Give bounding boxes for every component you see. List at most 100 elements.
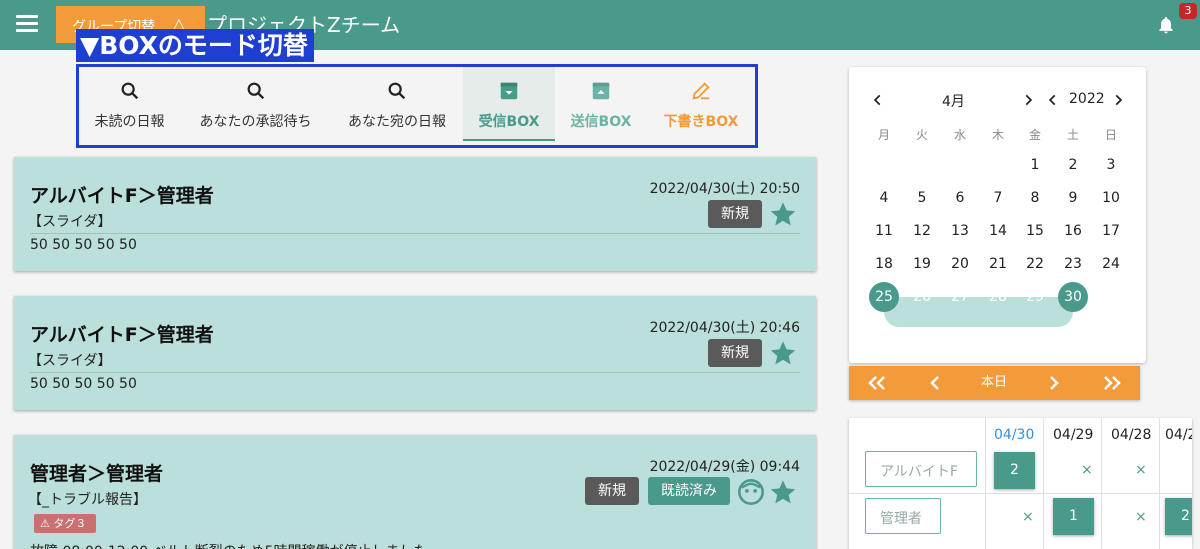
calendar-day[interactable]: 19 [907,249,937,279]
status-chip-read[interactable]: 既読済み [648,477,730,505]
chevron-left-icon[interactable] [871,93,885,107]
calendar-day[interactable]: 27 [945,282,975,312]
calendar-day[interactable]: 18 [869,249,899,279]
calendar-year: 2022 [1069,91,1105,107]
calendar-day[interactable]: 4 [869,183,899,213]
weekday-label: 火 [915,128,928,142]
weekday-label: 木 [991,128,1004,142]
hamburger-menu-icon[interactable] [16,15,38,33]
report-title: アルバイトF＞管理者 [30,185,214,207]
calendar-day[interactable]: 17 [1096,216,1126,246]
calendar-day[interactable]: 21 [983,249,1013,279]
grid-divider [985,418,986,549]
notification-badge: 3 [1179,3,1197,19]
report-subject: 【_トラブル報告】 [28,492,147,508]
tag-label: タグ３ [53,517,87,530]
grid-divider [849,493,1192,494]
report-count-cell[interactable]: 2 [1165,498,1192,535]
calendar-day[interactable]: 14 [983,216,1013,246]
calendar-nav-bar: 本日 [849,366,1140,400]
calendar-day[interactable]: 22 [1020,249,1050,279]
report-subject: 【スライダ】 [28,353,112,369]
report-card[interactable]: アルバイトF＞管理者 2022/04/30(土) 20:50 【スライダ】 新規… [14,157,816,271]
member-field[interactable]: 管理者 [865,498,941,534]
report-count-cell[interactable]: 2 [994,452,1035,489]
divider [30,372,800,373]
report-body: 故障 08:00-12:00 ベルト断裂のため5時間稼働が停止しました [30,541,428,549]
grid-date-header[interactable]: 04/30 [994,427,1034,443]
calendar-day[interactable]: 28 [983,282,1013,312]
chevron-right-icon[interactable] [1111,93,1125,107]
calendar-day[interactable]: 23 [1058,249,1088,279]
calendar-day[interactable]: 13 [945,216,975,246]
report-card[interactable]: 管理者＞管理者 2022/04/29(金) 09:44 【_トラブル報告】 新規… [14,435,816,549]
chevron-right-icon[interactable] [1021,93,1035,107]
calendar-day[interactable]: 8 [1020,183,1050,213]
calendar-day[interactable]: 20 [945,249,975,279]
submission-status-grid: 04/30 04/29 04/28 04/2 アルバイトF 2 × × 管理者 … [849,418,1192,549]
no-report-mark: × [1022,509,1034,525]
calendar-day[interactable]: 5 [907,183,937,213]
grid-date-header[interactable]: 04/28 [1111,427,1151,443]
today-button[interactable]: 本日 [971,366,1017,400]
report-body: 50 50 50 50 50 [30,376,137,392]
bell-icon[interactable] [1156,14,1176,36]
calendar-day-range-end[interactable]: 30 [1058,282,1088,312]
report-card[interactable]: アルバイトF＞管理者 2022/04/30(土) 20:46 【スライダ】 新規… [14,296,816,410]
member-field[interactable]: アルバイトF [865,451,977,487]
calendar-day[interactable]: 2 [1058,150,1088,180]
warning-icon: ⚠ [40,517,54,530]
report-body: 50 50 50 50 50 [30,237,137,253]
grid-divider [1101,418,1102,549]
calendar-day[interactable]: 15 [1020,216,1050,246]
report-subject: 【スライダ】 [28,214,112,230]
status-chip-new[interactable]: 新規 [708,339,762,367]
no-report-mark: × [1081,462,1093,478]
report-datetime: 2022/04/30(土) 20:50 [649,181,800,197]
no-report-mark: × [1135,462,1147,478]
chevron-left-icon[interactable] [921,366,949,400]
status-chip-new[interactable]: 新規 [708,200,762,228]
calendar-day[interactable]: 11 [869,216,899,246]
chevron-right-icon[interactable] [1040,366,1068,400]
calendar-day[interactable]: 6 [945,183,975,213]
grid-divider [1159,418,1160,549]
chevron-left-icon[interactable] [1046,93,1060,107]
status-chip-new[interactable]: 新規 [585,477,639,505]
divider [30,233,800,234]
report-datetime: 2022/04/29(金) 09:44 [649,459,800,475]
calendar-day[interactable]: 3 [1096,150,1126,180]
report-title: 管理者＞管理者 [30,463,164,485]
report-title: アルバイトF＞管理者 [30,324,214,346]
star-icon[interactable] [769,200,797,228]
grid-date-header[interactable]: 04/29 [1053,427,1093,443]
calendar-day[interactable]: 24 [1096,249,1126,279]
report-datetime: 2022/04/30(土) 20:46 [649,320,800,336]
calendar-day-range-start[interactable]: 25 [869,282,899,312]
date-picker: 4月 2022 月 火 水 木 金 土 日 1 2 3 4 5 6 7 8 9 … [849,67,1146,363]
grid-divider [1043,418,1044,549]
weekday-label: 水 [953,128,966,142]
weekday-label: 月 [877,128,890,142]
calendar-day[interactable]: 16 [1058,216,1088,246]
calendar-day[interactable]: 9 [1058,183,1088,213]
face-icon[interactable] [737,478,765,506]
tag-badge[interactable]: ⚠ タグ３ [34,514,97,533]
annotation-box [76,64,758,148]
calendar-day[interactable]: 1 [1020,150,1050,180]
double-chevron-right-icon[interactable] [1096,366,1128,400]
no-report-mark: × [1135,509,1147,525]
star-icon[interactable] [769,339,797,367]
calendar-day[interactable]: 10 [1096,183,1126,213]
weekday-label: 土 [1066,128,1079,142]
weekday-label: 日 [1104,128,1117,142]
calendar-day[interactable]: 29 [1020,282,1050,312]
star-icon[interactable] [769,478,797,506]
weekday-label: 金 [1028,128,1041,142]
calendar-day[interactable]: 7 [983,183,1013,213]
double-chevron-left-icon[interactable] [861,366,893,400]
calendar-day[interactable]: 12 [907,216,937,246]
report-count-cell[interactable]: 1 [1053,498,1094,535]
grid-date-header[interactable]: 04/2 [1165,427,1192,443]
calendar-day[interactable]: 26 [907,282,937,312]
